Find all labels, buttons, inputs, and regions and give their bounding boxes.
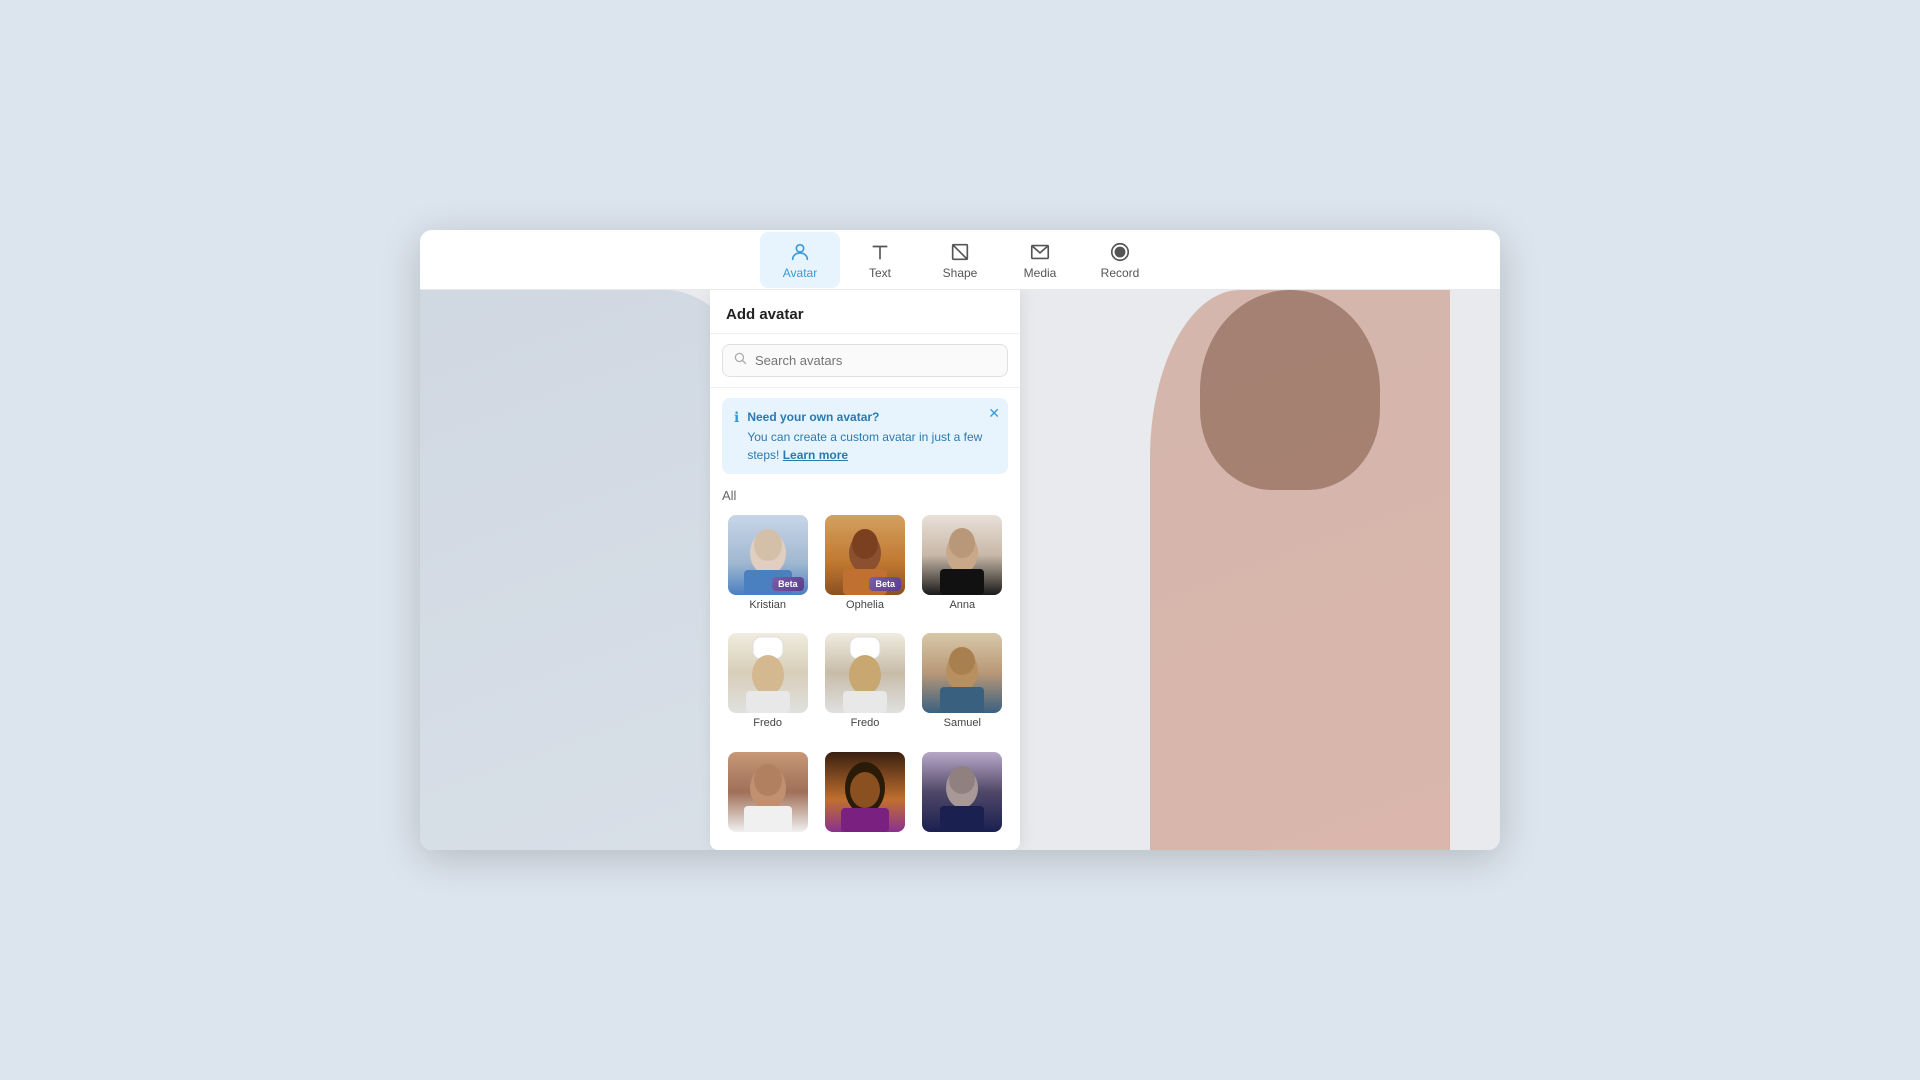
avatar-image-woman2: [825, 752, 905, 832]
avatar-name-anna: Anna: [949, 599, 975, 611]
media-icon: [1028, 240, 1052, 264]
avatar-card-woman3[interactable]: [915, 746, 1010, 850]
avatar-image-samuel: [922, 633, 1002, 713]
fredo1-avatar-svg: [728, 633, 808, 713]
text-icon: [868, 240, 892, 264]
avatar-card-kristian[interactable]: Beta Kristian: [720, 509, 815, 625]
avatar-grid: Beta Kristian Beta Ophelia: [710, 509, 1020, 850]
avatar-card-fredo1[interactable]: Fredo: [720, 627, 815, 743]
toolbar: Avatar Text Shape: [420, 230, 1500, 290]
avatar-image-ophelia: Beta: [825, 515, 905, 595]
fredo2-avatar-svg: [825, 633, 905, 713]
avatar-card-ophelia[interactable]: Beta Ophelia: [817, 509, 912, 625]
avatar-card-samuel[interactable]: Samuel: [915, 627, 1010, 743]
avatar-name-samuel: Samuel: [944, 717, 981, 729]
record-icon: [1108, 240, 1132, 264]
avatar-image-kristian: Beta: [728, 515, 808, 595]
toolbar-label-avatar: Avatar: [783, 266, 817, 280]
toolbar-label-media: Media: [1024, 266, 1057, 280]
search-icon: [733, 351, 747, 370]
toolbar-label-shape: Shape: [943, 266, 978, 280]
add-avatar-panel: Add avatar ℹ Need your own avatar?: [710, 290, 1020, 850]
avatar-card-woman2[interactable]: [817, 746, 912, 850]
toolbar-item-avatar[interactable]: Avatar: [760, 232, 840, 288]
banner-learn-more-link[interactable]: Learn more: [783, 448, 848, 462]
section-label: All: [710, 484, 1020, 509]
avatar-card-anna[interactable]: Anna: [915, 509, 1010, 625]
toolbar-item-shape[interactable]: Shape: [920, 232, 1000, 288]
panel-title: Add avatar: [710, 290, 1020, 334]
toolbar-item-text[interactable]: Text: [840, 232, 920, 288]
search-wrap: [710, 334, 1020, 388]
avatar-card-fredo2[interactable]: Fredo: [817, 627, 912, 743]
app-window: Avatar Text Shape: [420, 230, 1500, 850]
avatar-icon: [788, 240, 812, 264]
avatar-image-fredo1: [728, 633, 808, 713]
beta-badge-ophelia: Beta: [869, 577, 901, 591]
shape-icon: [948, 240, 972, 264]
woman3-avatar-svg: [922, 752, 1002, 832]
anna-avatar-svg: [922, 515, 1002, 595]
bg-avatar-right: [1150, 290, 1450, 850]
avatar-name-fredo1: Fredo: [753, 717, 782, 729]
info-text-content: Need your own avatar? You can create a c…: [747, 408, 996, 464]
avatar-image-woman3: [922, 752, 1002, 832]
info-banner: ℹ Need your own avatar? You can create a…: [722, 398, 1008, 474]
search-box[interactable]: [722, 344, 1008, 377]
toolbar-label-text: Text: [869, 266, 891, 280]
woman1-avatar-svg: [728, 752, 808, 832]
avatar-image-anna: [922, 515, 1002, 595]
banner-title: Need your own avatar?: [747, 408, 996, 426]
avatar-name-ophelia: Ophelia: [846, 599, 884, 611]
info-icon: ℹ: [734, 409, 739, 426]
search-input[interactable]: [755, 353, 997, 368]
banner-close-icon[interactable]: ✕: [988, 406, 1000, 420]
toolbar-item-media[interactable]: Media: [1000, 232, 1080, 288]
woman2-avatar-svg: [825, 752, 905, 832]
toolbar-item-record[interactable]: Record: [1080, 232, 1160, 288]
samuel-avatar-svg: [922, 633, 1002, 713]
avatar-image-woman1: [728, 752, 808, 832]
avatar-image-fredo2: [825, 633, 905, 713]
avatar-card-woman1[interactable]: [720, 746, 815, 850]
canvas-area: Add avatar ℹ Need your own avatar?: [420, 290, 1500, 850]
avatar-name-kristian: Kristian: [749, 599, 786, 611]
beta-badge-kristian: Beta: [772, 577, 804, 591]
toolbar-label-record: Record: [1101, 266, 1140, 280]
avatar-name-fredo2: Fredo: [851, 717, 880, 729]
